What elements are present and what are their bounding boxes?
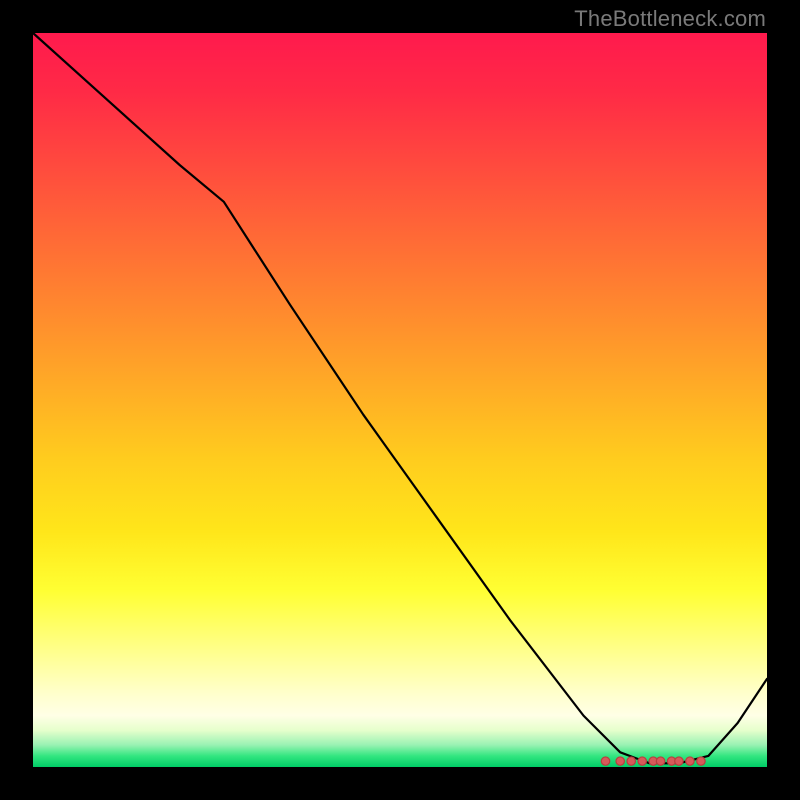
marker-dot [686,757,694,765]
watermark-text: TheBottleneck.com [574,6,766,32]
marker-dot [616,757,624,765]
marker-dot [627,757,635,765]
chart-stage: TheBottleneck.com [0,0,800,800]
marker-dot [638,757,646,765]
marker-group [601,757,705,765]
marker-dot [656,757,664,765]
marker-dot [601,757,609,765]
marker-dot [697,757,705,765]
marker-dot [675,757,683,765]
chart-overlay [33,33,767,767]
bottleneck-curve [33,33,767,763]
